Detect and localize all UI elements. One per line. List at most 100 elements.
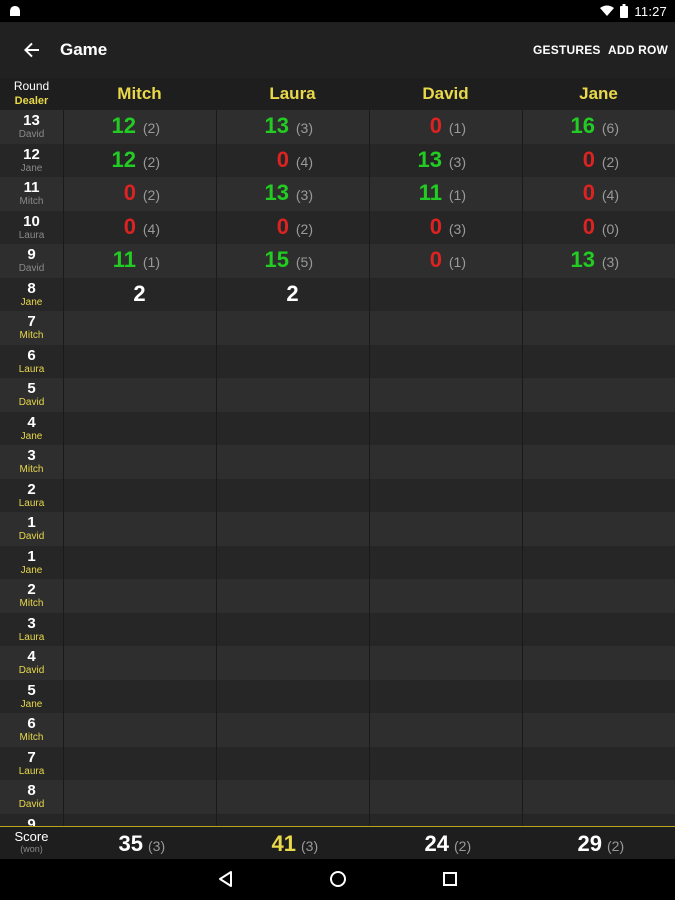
score-cell[interactable]: (2) 12 (63, 144, 216, 178)
table-row[interactable]: 8 David (0, 780, 675, 814)
score-cell[interactable]: (3) 0 (369, 211, 522, 245)
score-cell[interactable] (63, 713, 216, 747)
score-cell[interactable] (369, 814, 522, 827)
score-cell[interactable] (216, 747, 369, 781)
score-cell[interactable]: (2) 0 (63, 177, 216, 211)
add-row-button[interactable]: ADD ROW (608, 43, 668, 57)
score-cell[interactable] (63, 378, 216, 412)
table-row[interactable]: 1 Jane (0, 545, 675, 580)
score-cell[interactable] (369, 378, 522, 412)
score-cell[interactable]: (0) 0 (522, 211, 675, 245)
table-row[interactable]: 3 Mitch (0, 445, 675, 479)
score-cell[interactable] (216, 579, 369, 613)
score-cell[interactable]: (3) 13 (216, 110, 369, 144)
score-cell[interactable] (522, 713, 675, 747)
score-cell[interactable] (522, 378, 675, 412)
score-cell[interactable] (369, 512, 522, 546)
score-cell[interactable] (216, 412, 369, 446)
recents-square-icon[interactable] (440, 869, 460, 889)
table-row[interactable]: 6 Mitch (0, 713, 675, 747)
score-cell[interactable] (522, 345, 675, 379)
score-cell[interactable] (522, 579, 675, 613)
score-cell[interactable] (522, 780, 675, 814)
score-cell[interactable] (522, 613, 675, 647)
table-row[interactable]: 1 David (0, 512, 675, 546)
score-cell[interactable] (63, 412, 216, 446)
table-row[interactable]: 4 Jane (0, 411, 675, 446)
table-row[interactable]: 13 David (2) 12 (3) 13 (1) 0 (6) 16 (0, 110, 675, 144)
score-cell[interactable] (522, 747, 675, 781)
table-row[interactable]: 8 Jane 2 2 (0, 277, 675, 312)
player-name-david[interactable]: David (369, 78, 522, 110)
score-cell[interactable] (369, 780, 522, 814)
score-cell[interactable] (369, 412, 522, 446)
score-cell[interactable] (63, 780, 216, 814)
score-cell[interactable]: (1) 11 (63, 244, 216, 278)
score-cell[interactable] (369, 747, 522, 781)
gestures-button[interactable]: GESTURES (533, 43, 601, 57)
score-cell[interactable] (522, 512, 675, 546)
score-cell[interactable] (522, 412, 675, 446)
score-cell[interactable] (369, 680, 522, 714)
score-cell[interactable] (63, 345, 216, 379)
score-cell[interactable]: (5) 15 (216, 244, 369, 278)
score-cell[interactable] (63, 814, 216, 827)
score-cell[interactable]: (2) 0 (522, 144, 675, 178)
score-cell[interactable] (522, 646, 675, 680)
table-row[interactable]: 10 Laura (4) 0 (2) 0 (3) 0 (0) 0 (0, 210, 675, 245)
score-cell[interactable] (216, 479, 369, 513)
score-cell[interactable] (216, 512, 369, 546)
score-cell[interactable] (63, 613, 216, 647)
table-row[interactable]: 3 Laura (0, 612, 675, 647)
table-row[interactable]: 4 David (0, 646, 675, 680)
score-cell[interactable]: (2) 0 (216, 211, 369, 245)
score-cell[interactable]: (3) 13 (369, 144, 522, 178)
player-name-jane[interactable]: Jane (522, 78, 675, 110)
score-cell[interactable] (63, 445, 216, 479)
score-cell[interactable] (63, 680, 216, 714)
score-cell[interactable] (216, 613, 369, 647)
score-cell[interactable]: (4) 0 (216, 144, 369, 178)
score-cell[interactable] (522, 546, 675, 580)
player-name-mitch[interactable]: Mitch (63, 78, 216, 110)
score-cell[interactable] (522, 445, 675, 479)
table-row[interactable]: 9 (0, 813, 675, 827)
table-row[interactable]: 7 Mitch (0, 311, 675, 345)
score-cell[interactable]: (4) 0 (63, 211, 216, 245)
score-cell[interactable]: (2) 12 (63, 110, 216, 144)
score-cell[interactable]: (3) 13 (522, 244, 675, 278)
score-cell[interactable] (216, 378, 369, 412)
score-cell[interactable] (216, 780, 369, 814)
score-cell[interactable] (216, 345, 369, 379)
score-cell[interactable] (369, 546, 522, 580)
score-cell[interactable] (369, 345, 522, 379)
score-cell[interactable] (522, 479, 675, 513)
score-cell[interactable] (63, 579, 216, 613)
score-cell[interactable] (369, 445, 522, 479)
table-row[interactable]: 2 Mitch (0, 579, 675, 613)
back-triangle-icon[interactable] (216, 869, 236, 889)
score-cell[interactable]: (1) 0 (369, 110, 522, 144)
score-cell[interactable] (369, 713, 522, 747)
score-cell[interactable] (522, 311, 675, 345)
score-cell[interactable] (63, 747, 216, 781)
score-cell[interactable] (63, 512, 216, 546)
score-grid[interactable]: 13 David (2) 12 (3) 13 (1) 0 (6) 16 12 Jane (2) 12 (4)… (0, 110, 675, 826)
score-cell[interactable]: (1) 11 (369, 177, 522, 211)
score-cell[interactable] (369, 278, 522, 312)
table-row[interactable]: 6 Laura (0, 344, 675, 379)
table-row[interactable]: 7 Laura (0, 746, 675, 781)
score-cell[interactable] (369, 311, 522, 345)
score-cell[interactable] (63, 646, 216, 680)
score-cell[interactable]: 2 (216, 278, 369, 312)
score-cell[interactable] (216, 713, 369, 747)
score-cell[interactable] (216, 814, 369, 827)
table-row[interactable]: 12 Jane (2) 12 (4) 0 (3) 13 (2) 0 (0, 143, 675, 178)
score-cell[interactable] (522, 814, 675, 827)
score-cell[interactable] (63, 479, 216, 513)
score-cell[interactable] (522, 278, 675, 312)
score-cell[interactable] (369, 579, 522, 613)
table-row[interactable]: 5 Jane (0, 679, 675, 714)
table-row[interactable]: 5 David (0, 378, 675, 412)
score-cell[interactable]: (3) 13 (216, 177, 369, 211)
